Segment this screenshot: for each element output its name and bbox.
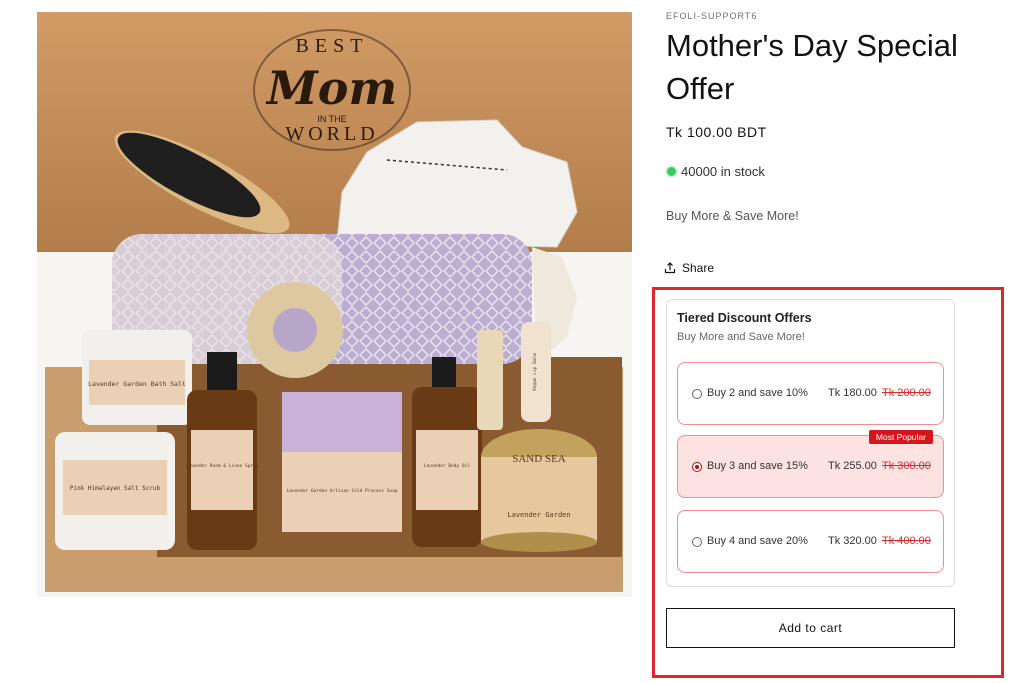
salt-scrub-label: Pink Himalayan Salt Scrub	[70, 485, 161, 492]
tier-price: Tk 180.00	[828, 387, 877, 399]
lip-balm-label: Vegan Lip Balm	[532, 353, 538, 391]
tier-compare-price: Tk 300.00	[882, 460, 931, 472]
bath-salt-jar: Lavender Garden Bath Salt	[82, 330, 192, 425]
tier-radio[interactable]	[692, 462, 702, 472]
tier-compare-price: Tk 400.00	[882, 535, 931, 547]
product-image[interactable]: BEST Mom IN THE WORLD Lavender Garden Ba…	[37, 12, 632, 597]
lip-balm: Vegan Lip Balm	[521, 322, 551, 422]
share-label: Share	[682, 261, 715, 275]
tier-radio[interactable]	[692, 389, 702, 399]
scrunchie	[247, 282, 343, 378]
add-to-cart-button[interactable]: Add to cart	[666, 608, 955, 648]
tier-price: Tk 320.00	[828, 535, 877, 547]
promo-text: Buy More & Save More!	[666, 209, 799, 223]
product-price: Tk 100.00 BDT	[666, 124, 767, 140]
tier-label: Buy 2 and save 10%	[707, 387, 808, 399]
tier-box-title: Tiered Discount Offers	[677, 311, 812, 325]
tier-option-buy-3[interactable]: Most Popular Buy 3 and save 15% Tk 255.0…	[677, 430, 944, 498]
candle-label: Lavender Garden	[507, 511, 570, 519]
bath-salt-label: Lavender Garden Bath Salt	[88, 380, 186, 388]
tier-option-buy-4[interactable]: Buy 4 and save 20% Tk 320.00 Tk 400.00	[677, 510, 944, 573]
body-oil-label: Lavender Body Oil	[424, 463, 470, 469]
linen-spray-label: Lavender Room & Linen Spray	[185, 463, 258, 469]
tier-box-subtitle: Buy More and Save More!	[677, 331, 805, 343]
tiered-discount-box: Tiered Discount Offers Buy More and Save…	[666, 299, 955, 587]
tier-label: Buy 3 and save 15%	[707, 460, 808, 472]
stock-text: 40000 in stock	[681, 164, 765, 179]
tier-price: Tk 255.00	[828, 460, 877, 472]
product-vendor: EFOLI-SUPPORT6	[666, 11, 758, 21]
matches-jar	[477, 330, 503, 430]
tier-option-buy-2[interactable]: Buy 2 and save 10% Tk 180.00 Tk 200.00	[677, 362, 944, 425]
share-button[interactable]: Share	[664, 261, 714, 275]
tier-label: Buy 4 and save 20%	[707, 535, 808, 547]
product-title: Mother's Day Special Offer	[666, 28, 958, 106]
stock-status: 40000 in stock	[667, 164, 765, 179]
lid-text-mom: Mom	[265, 61, 397, 115]
lid-emblem: BEST Mom IN THE WORLD	[253, 29, 411, 151]
soap-bar: Lavender Garden Artisan Cold Process Soa…	[282, 392, 402, 532]
share-icon	[664, 262, 676, 274]
lid-text-world: WORLD	[285, 123, 378, 145]
stock-dot-icon	[667, 167, 676, 176]
tier-compare-price: Tk 200.00	[882, 387, 931, 399]
salt-scrub-jar: Pink Himalayan Salt Scrub	[55, 432, 175, 550]
most-popular-badge: Most Popular	[868, 430, 933, 444]
candle-tin: SAND SEA Lavender Garden	[481, 429, 597, 552]
lid-text-best: BEST	[296, 35, 369, 57]
soap-label: Lavender Garden Artisan Cold Process Soa…	[286, 488, 397, 494]
tier-radio[interactable]	[692, 537, 702, 547]
candle-brand: SAND SEA	[512, 453, 566, 465]
